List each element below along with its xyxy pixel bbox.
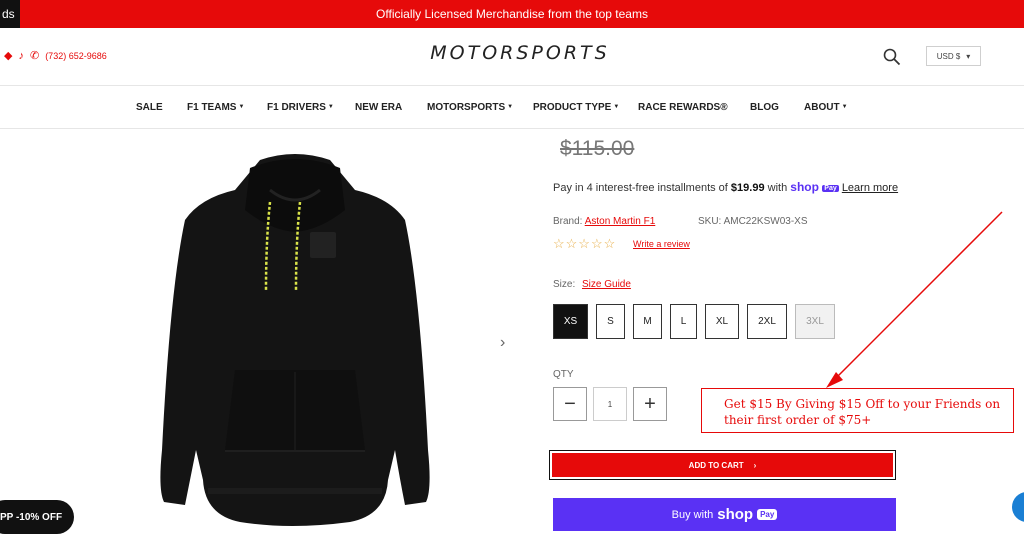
chevron-down-icon: ▼ (507, 104, 514, 110)
size-guide-link[interactable]: Size Guide (582, 279, 631, 290)
size-option-s[interactable]: S (596, 304, 625, 339)
tab-stub: ds (0, 0, 20, 28)
chevron-down-icon: ▾ (966, 51, 971, 61)
search-icon[interactable] (883, 48, 901, 66)
tiktok-icon[interactable]: ♪ (18, 50, 24, 62)
currency-value: USD $ (936, 51, 961, 61)
discount-pill[interactable]: PP -10% OFF (0, 500, 74, 534)
chevron-right-icon: › (753, 460, 757, 470)
size-line: Size: Size Guide (553, 279, 631, 290)
nav-item-new-era[interactable]: NEW ERA (355, 102, 402, 113)
size-option-3xl[interactable]: 3XL (795, 304, 835, 339)
nav-item-race-rewards[interactable]: RACE REWARDS® (638, 102, 728, 113)
promo-line-1: Get $15 By Giving $15 Off to your Friend… (724, 397, 1001, 411)
phone-number[interactable]: (732) 652-9686 (45, 51, 107, 61)
quantity-stepper: − 1 + (553, 387, 667, 421)
plus-icon[interactable]: + (633, 387, 667, 421)
write-review-link[interactable]: Write a review (633, 239, 690, 249)
announcement-text: Officially Licensed Merchandise from the… (376, 7, 648, 21)
promo-line-2: their first order of $75+ (724, 413, 872, 427)
product-image[interactable] (150, 150, 440, 530)
quantity-input[interactable]: 1 (593, 387, 627, 421)
announcement-bar: Officially Licensed Merchandise from the… (0, 0, 1024, 28)
installments-info: Pay in 4 interest-free installments of $… (553, 180, 899, 194)
add-to-cart-frame: ADD TO CART › (549, 450, 896, 480)
chevron-down-icon: ▼ (238, 104, 245, 110)
currency-selector[interactable]: USD $ ▾ (926, 46, 981, 66)
size-options: XS S M L XL 2XL 3XL (553, 304, 835, 339)
buy-with-shop-pay-button[interactable]: Buy with shop Pay (553, 498, 896, 531)
nav-item-f1-drivers[interactable]: F1 DRIVERS ▼ (267, 102, 334, 113)
chevron-down-icon: ▼ (327, 104, 334, 110)
size-option-xs[interactable]: XS (553, 304, 588, 339)
phone-icon[interactable]: ✆ (30, 50, 39, 62)
nav-item-sale[interactable]: SALE (136, 102, 163, 113)
header: ◆ ♪ ✆ (732) 652-9686 MOTORSPORTS USD $ ▾ (0, 28, 1024, 86)
size-option-xl[interactable]: XL (705, 304, 739, 339)
brand-link[interactable]: Aston Martin F1 (585, 216, 656, 227)
learn-more-link[interactable]: Learn more (842, 182, 898, 194)
sku-line: SKU: AMC22KSW03-XS (698, 216, 808, 227)
star-rating[interactable]: ☆☆☆☆☆ (553, 236, 616, 252)
size-option-l[interactable]: L (670, 304, 697, 339)
nav-item-blog[interactable]: BLOG (750, 102, 779, 113)
chevron-down-icon: ▼ (841, 104, 848, 110)
minus-icon[interactable]: − (553, 387, 587, 421)
shop-pay-logo: shop Pay (790, 180, 839, 194)
nav-item-about[interactable]: ABOUT ▼ (804, 102, 848, 113)
site-logo[interactable]: MOTORSPORTS (400, 42, 640, 64)
header-contact: ◆ ♪ ✆ (732) 652-9686 (4, 50, 107, 62)
product-price: $115.00 (560, 137, 635, 160)
size-option-m[interactable]: M (633, 304, 662, 339)
sku-value: AMC22KSW03-XS (723, 216, 808, 227)
instagram-icon[interactable]: ◆ (4, 50, 12, 62)
installment-amount: $19.99 (730, 182, 765, 194)
chevron-right-icon[interactable]: › (500, 334, 505, 352)
add-to-cart-button[interactable]: ADD TO CART › (552, 453, 893, 477)
size-option-2xl[interactable]: 2XL (747, 304, 787, 339)
referral-promo-annotation: Get $15 By Giving $15 Off to your Friend… (701, 388, 1014, 433)
chevron-down-icon: ▼ (613, 104, 620, 110)
page: Officially Licensed Merchandise from the… (0, 0, 1024, 541)
chat-icon[interactable] (1012, 492, 1024, 522)
qty-label: QTY (553, 369, 574, 380)
main-nav: SALE F1 TEAMS ▼ F1 DRIVERS ▼ NEW ERA MOTOR… (0, 87, 1024, 129)
nav-item-product-type[interactable]: PRODUCT TYPE ▼ (533, 102, 619, 113)
nav-item-f1-teams[interactable]: F1 TEAMS ▼ (187, 102, 244, 113)
nav-item-motorsports[interactable]: MOTORSPORTS ▼ (427, 102, 513, 113)
brand-line: Brand: Aston Martin F1 (553, 216, 656, 227)
